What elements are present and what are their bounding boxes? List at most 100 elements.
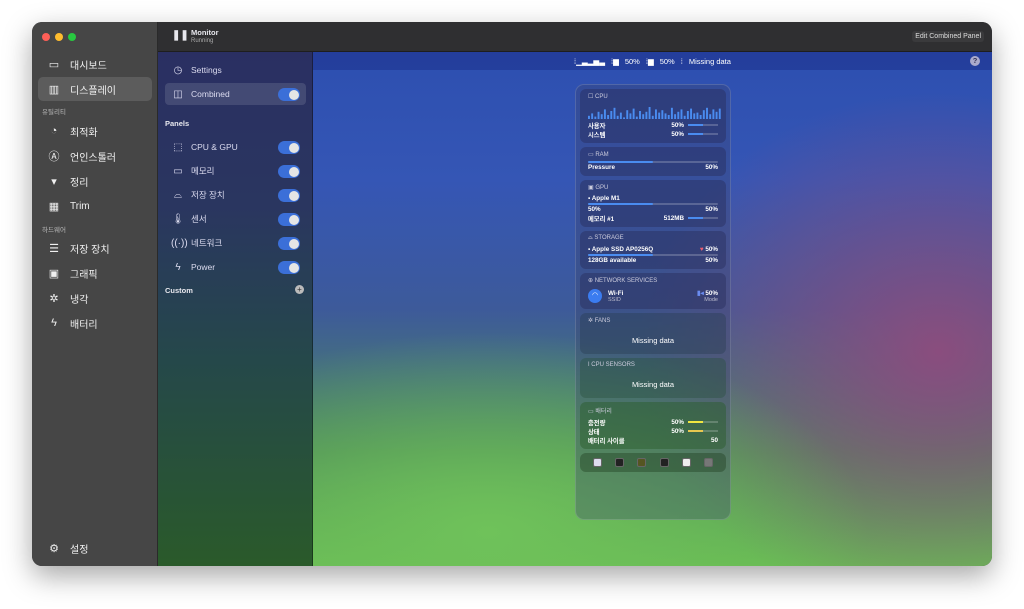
cpu-history-bar [690,108,693,119]
cpu-history-bar [613,107,616,119]
mode-label: Mode [704,296,718,303]
storage-card: ⌓ STORAGE ▪ Apple SSD AP0256Q ♥ 50% 128GB… [580,231,726,269]
network-name: Wi-Fi [608,289,624,297]
panel-toggle[interactable] [278,189,300,202]
minimize-button[interactable] [55,33,63,41]
item-label: 네트워크 [191,238,223,248]
cycles-value: 50 [710,437,718,444]
sidebar-item-settings[interactable]: ⚙ 설정 [38,536,152,560]
panel-toggle[interactable] [278,141,300,154]
ram-bar [588,161,718,163]
fan-panel-icon[interactable] [704,458,714,467]
combined-toggle[interactable] [278,88,300,101]
cpu-history-bar [699,115,702,119]
pressure-label: Pressure [588,164,615,171]
panel-sensors[interactable]: 🌡︎ 센서 [165,208,306,230]
menubar-preview: ⁞▁▃▂▅▃ ⁞▆ 50% ⁞▆ 50% ⁞ Missing data ? [313,52,992,70]
laptop-icon: ▭ [48,58,60,71]
sidebar-item-display[interactable]: ▥ 디스플레이 [38,77,152,101]
system-value: 50% [671,131,684,138]
sidebar-item-optimize[interactable]: ◔ 최적화 [38,119,152,143]
power-panel-icon[interactable] [592,458,602,467]
panel-storage[interactable]: ⌓ 저장 장치 [165,184,306,206]
cpu-history-bar [642,114,645,119]
cycles-label: 배터리 사이클 [588,438,625,445]
cpu-history-bar [667,115,670,119]
cpu-history-bar [686,111,689,119]
sidebar-item-battery[interactable]: ϟ 배터리 [38,311,152,335]
sidebar-item-trim[interactable]: ▦ Trim [38,194,152,218]
drive-icon: ⌓ [174,189,182,201]
battery-icon: ϟ [51,317,57,329]
settings-icon: ◷ [173,64,183,76]
help-button[interactable]: ? [970,56,980,66]
gpu-name: Apple M1 [591,195,620,202]
sidebar-item-label: 대시보드 [70,60,107,72]
columns-icon: ◫ [173,88,183,100]
panel-toggle[interactable] [278,165,300,178]
sidebar-item-label: 냉각 [70,294,89,306]
fans-card: ✲ FANS Missing data [580,313,726,354]
ssd-name: Apple SSD AP0256Q [591,246,654,253]
sidebar-item-label: 언인스톨러 [70,152,116,164]
sidebar-item-graphics[interactable]: ▣ 그래픽 [38,261,152,285]
panel-network[interactable]: ((·)) 네트워크 [165,232,306,254]
gpu-panel-icon[interactable] [637,458,647,467]
card-title: CPU SENSORS [591,362,635,368]
panel-toggle[interactable] [278,213,300,226]
pause-button[interactable]: ❚❚ [172,30,189,41]
charge-label: 충전량 [588,420,606,427]
cpu-history-bar [658,112,661,119]
card-title: STORAGE [594,235,624,241]
cpu-history-bar [664,113,667,119]
cpu-history-bar [709,114,712,119]
sidebar-item-cooling[interactable]: ✲ 냉각 [38,286,152,310]
missing-icon: ⁞ [680,56,683,66]
main-content: ◷ Settings ◫ Combined Panels ⬚ CPU & GPU ▭ 메… [158,52,992,566]
sidebar-item-cleanup[interactable]: ▾ 정리 [38,169,152,193]
gear-icon: ⚙ [49,542,59,555]
close-button[interactable] [42,33,50,41]
card-title: FANS [594,318,611,324]
panel-list: ◷ Settings ◫ Combined Panels ⬚ CPU & GPU ▭ 메… [158,52,313,566]
add-custom-button[interactable]: + [295,285,304,294]
edit-combined-panel-button[interactable]: Edit Combined Panel [912,31,984,42]
storage-icon: ☰ [49,242,59,255]
battery-card: ▭ 배터리 충전량 50% 상태 50% 배터리 사이클 50 [580,402,726,449]
sidebar-item-storage[interactable]: ☰ 저장 장치 [38,236,152,260]
cpu-history-chart [588,107,721,119]
sidebar-item-label: 최적화 [70,127,98,139]
cpu-value: 50% [624,56,640,66]
panel-toggle[interactable] [278,237,300,250]
charge-bar [688,421,718,424]
cpu-panel-icon[interactable] [614,458,624,467]
cpu-history-bar [623,117,626,119]
cpu-history-bar [639,111,641,119]
cpu-history-bar [645,111,648,119]
cpu-history-bar [706,107,708,119]
panel-toggle[interactable] [278,261,300,274]
cpu-history-bar [626,110,629,119]
zoom-button[interactable] [68,33,76,41]
cpu-history-bar [680,109,683,119]
sidebar-item-uninstaller[interactable]: Ⓐ 언인스톨러 [38,144,152,168]
combined-item[interactable]: ◫ Combined [165,83,306,105]
cpu-history-bar [715,111,718,119]
terminal-panel-icon[interactable] [659,458,669,467]
settings-item[interactable]: ◷ Settings [165,59,306,81]
grid-icon: ▦ [48,200,60,213]
panel-power[interactable]: ϟ Power [165,256,306,278]
panel-cpu-gpu[interactable]: ⬚ CPU & GPU [165,136,306,158]
panel-memory[interactable]: ▭ 메모리 [165,160,306,182]
cpu-history-bar [588,115,590,119]
storage-panel-icon[interactable] [681,458,691,467]
cpu-history-bar [616,115,619,119]
panel-dock [580,453,726,472]
cpu-history-bar [696,112,699,119]
sidebar-item-dashboard[interactable]: ▭ 대시보드 [38,52,152,76]
custom-heading: Custom [165,286,193,295]
item-label: 저장 장치 [191,190,225,200]
health-value: 50% [705,246,718,253]
cpu-history-bar [635,116,638,119]
cpu-icon: ☐ [588,94,596,100]
